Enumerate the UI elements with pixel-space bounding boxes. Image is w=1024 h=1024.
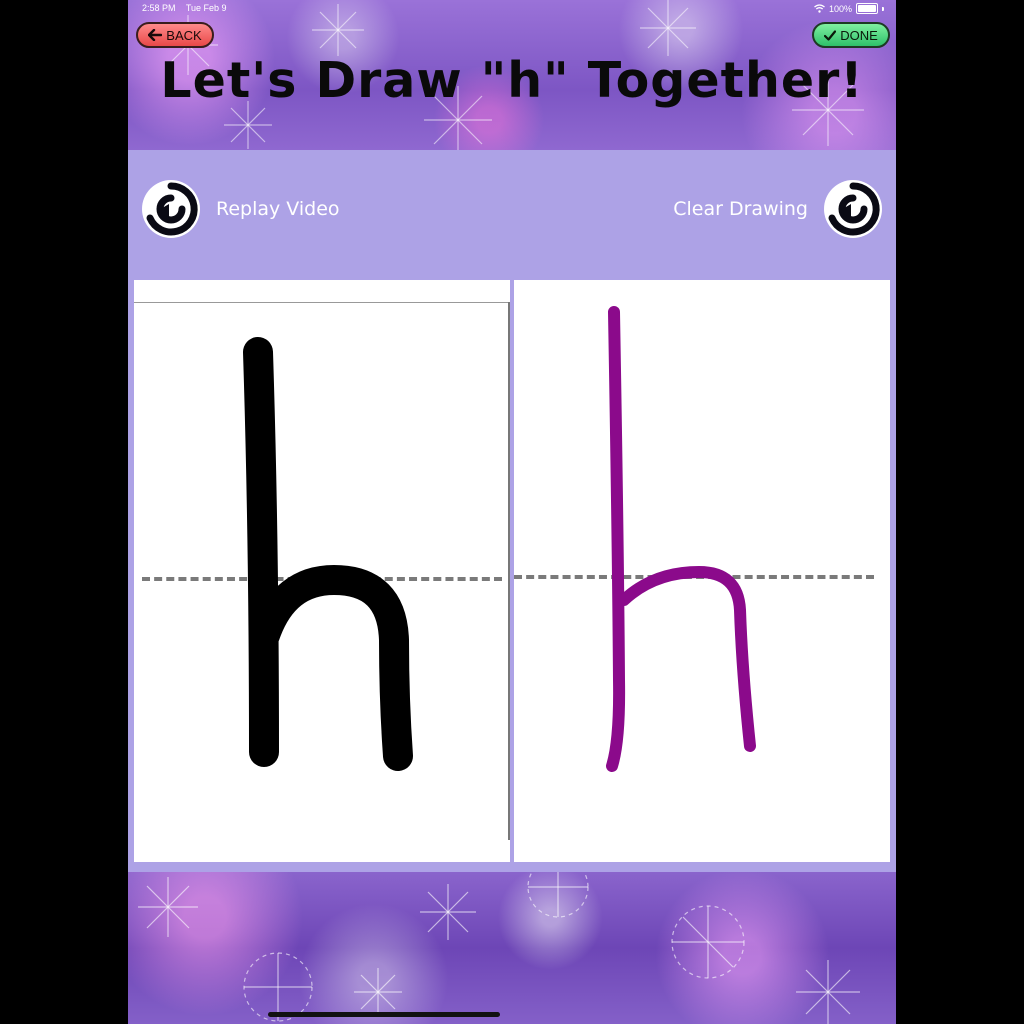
replay-video-button[interactable]: Replay Video [140,178,340,240]
back-button[interactable]: BACK [136,22,214,48]
page-title: Let's Draw "h" Together! [160,52,864,109]
home-indicator[interactable] [268,1012,500,1017]
back-label: BACK [166,27,202,43]
footer-decoration [128,872,896,1024]
back-arrow-icon [148,29,163,41]
clear-icon [824,180,882,238]
user-letter-h [606,306,756,772]
model-letter-h [243,337,413,771]
app-screen: 2:58 PM Tue Feb 9 100% BACK DONE Let's D… [128,0,896,1024]
wifi-icon [814,4,825,13]
header: 2:58 PM Tue Feb 9 100% BACK DONE Let's D… [128,0,896,150]
status-time: 2:58 PM [142,3,176,13]
done-label: DONE [840,27,878,43]
replay-label: Replay Video [216,198,340,220]
model-letter-panel [134,280,510,862]
tracing-canvas[interactable] [514,280,890,862]
status-date: Tue Feb 9 [185,3,227,13]
battery-tip [882,6,884,11]
drawing-area [128,278,896,872]
battery-percent: 100% [828,3,852,14]
replay-icon [142,180,200,238]
controls-band: Replay Video Clear Drawing [128,150,896,278]
footer-fireworks [138,872,860,1024]
battery-icon [856,3,878,14]
checkmark-icon [824,29,837,41]
clear-label: Clear Drawing [673,198,808,220]
status-bar: 2:58 PM Tue Feb 9 100% [128,0,896,18]
done-button[interactable]: DONE [812,22,890,48]
clear-drawing-button[interactable]: Clear Drawing [673,178,884,240]
